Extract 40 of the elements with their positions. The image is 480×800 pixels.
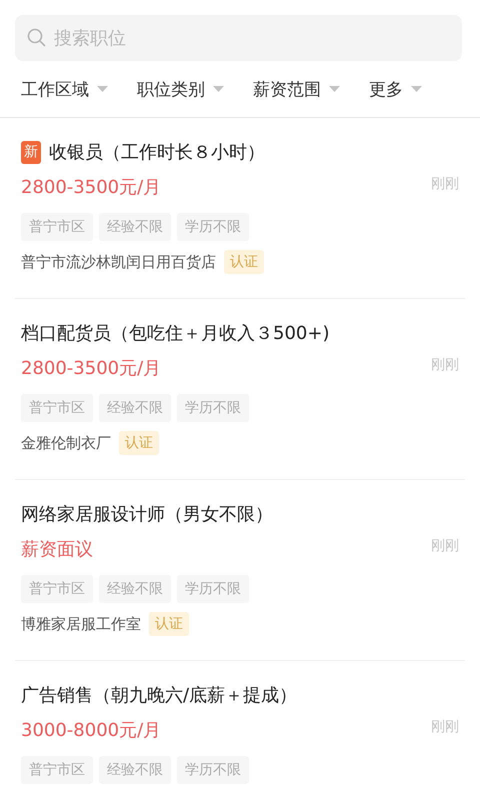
verified-badge: 认证 (224, 250, 264, 274)
tag: 经验不限 (99, 575, 171, 603)
caret-icon (329, 86, 340, 92)
company-name: 普宁市流沙林凯闰日用百货店 (21, 252, 216, 272)
salary-text: 2800-3500元/月 (21, 176, 162, 199)
post-time: 刚刚 (431, 175, 459, 193)
tag: 学历不限 (177, 756, 249, 784)
salary-text: 薪资面议 (21, 538, 93, 561)
tag: 经验不限 (99, 394, 171, 422)
tag: 普宁市区 (21, 575, 93, 603)
job-title[interactable]: 收银员（工作时长８小时） (49, 140, 265, 164)
company-name: 博雅家居服工作室 (21, 614, 141, 634)
post-time: 刚刚 (431, 356, 459, 374)
post-time: 刚刚 (431, 537, 459, 555)
verified-badge: 认证 (149, 612, 189, 636)
post-time: 刚刚 (431, 718, 459, 736)
caret-icon (411, 86, 422, 92)
verified-badge: 认证 (119, 431, 159, 455)
filter-dropdown[interactable]: 工作区域 (21, 78, 108, 100)
caret-icon (97, 86, 108, 92)
tag: 经验不限 (99, 213, 171, 241)
job-title[interactable]: 网络家居服设计师（男女不限） (21, 502, 273, 526)
tag: 学历不限 (177, 575, 249, 603)
salary-text: 3000-8000元/月 (21, 719, 162, 742)
tag: 学历不限 (177, 213, 249, 241)
job-title[interactable]: 档口配货员（包吃住＋月收入３500+) (21, 321, 330, 345)
tag: 普宁市区 (21, 394, 93, 422)
search-field[interactable]: 搜索职位 (15, 15, 462, 61)
caret-icon (213, 86, 224, 92)
salary-text: 2800-3500元/月 (21, 357, 162, 380)
new-badge: 新 (21, 140, 41, 164)
company-name: 金雅伦制衣厂 (21, 434, 111, 452)
tag: 经验不限 (99, 756, 171, 784)
tag: 学历不限 (177, 394, 249, 422)
filter-dropdown[interactable]: 更多 (369, 78, 422, 100)
job-title[interactable]: 广告销售（朝九晚六/底薪＋提成） (21, 683, 298, 707)
tag: 普宁市区 (21, 213, 93, 241)
filter-dropdown[interactable]: 职位类别 (137, 78, 224, 100)
tag: 普宁市区 (21, 756, 93, 784)
filter-dropdown[interactable]: 薪资范围 (253, 78, 340, 100)
